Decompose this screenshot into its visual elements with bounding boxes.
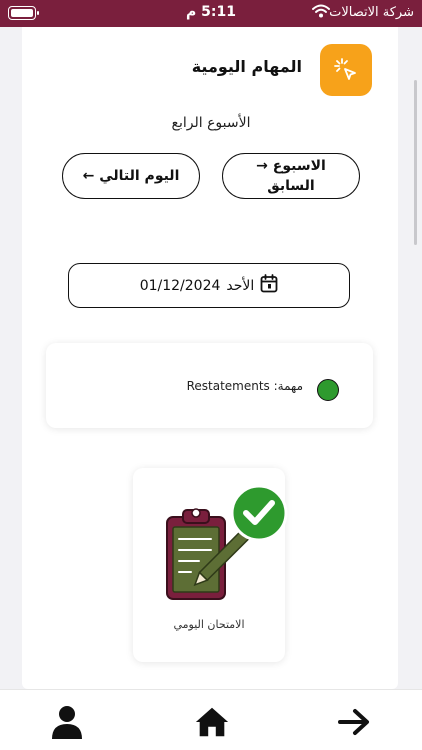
exam-clipboard-icon bbox=[163, 484, 288, 612]
wifi-icon bbox=[312, 4, 330, 22]
carrier-name: شركة الاتصالات bbox=[329, 5, 414, 20]
calendar-icon bbox=[260, 274, 278, 297]
arrow-right-icon: → bbox=[256, 158, 268, 174]
daily-exam-card[interactable]: الامتحان اليومي bbox=[133, 468, 288, 662]
date-value: 01/12/2024 bbox=[139, 277, 221, 294]
next-day-label: اليوم التالي bbox=[99, 168, 180, 184]
cursor-click-icon bbox=[334, 58, 356, 80]
task-prefix: مهمة: bbox=[273, 379, 303, 393]
previous-week-label-line2: السابق bbox=[267, 178, 315, 194]
next-day-button[interactable]: اليوم التالي ← bbox=[62, 153, 200, 199]
app-logo bbox=[320, 44, 372, 96]
date-picker[interactable]: الأحد 01/12/2024 bbox=[68, 263, 350, 308]
battery-icon bbox=[8, 6, 39, 20]
home-icon[interactable] bbox=[194, 704, 230, 740]
bottom-nav bbox=[0, 689, 422, 750]
task-card[interactable]: مهمة: Restatements bbox=[46, 343, 373, 428]
previous-week-button[interactable]: الاسبوع → السابق bbox=[222, 153, 360, 199]
task-name: Restatements bbox=[186, 379, 270, 393]
scrollbar[interactable] bbox=[414, 80, 417, 245]
task-status-dot bbox=[317, 379, 339, 401]
date-day: الأحد bbox=[226, 277, 255, 294]
arrow-right-icon[interactable] bbox=[336, 704, 372, 740]
status-time: 5:11 م bbox=[186, 4, 236, 20]
status-bar: شركة الاتصالات 5:11 م bbox=[0, 0, 422, 27]
previous-week-label: الاسبوع bbox=[272, 158, 326, 174]
page-title: المهام اليومية bbox=[191, 57, 302, 76]
week-label: الأسبوع الرابع bbox=[171, 115, 251, 131]
task-label: مهمة: Restatements bbox=[187, 379, 303, 393]
daily-exam-label: الامتحان اليومي bbox=[173, 618, 245, 631]
profile-icon[interactable] bbox=[49, 704, 85, 740]
arrow-left-icon: ← bbox=[82, 168, 95, 184]
